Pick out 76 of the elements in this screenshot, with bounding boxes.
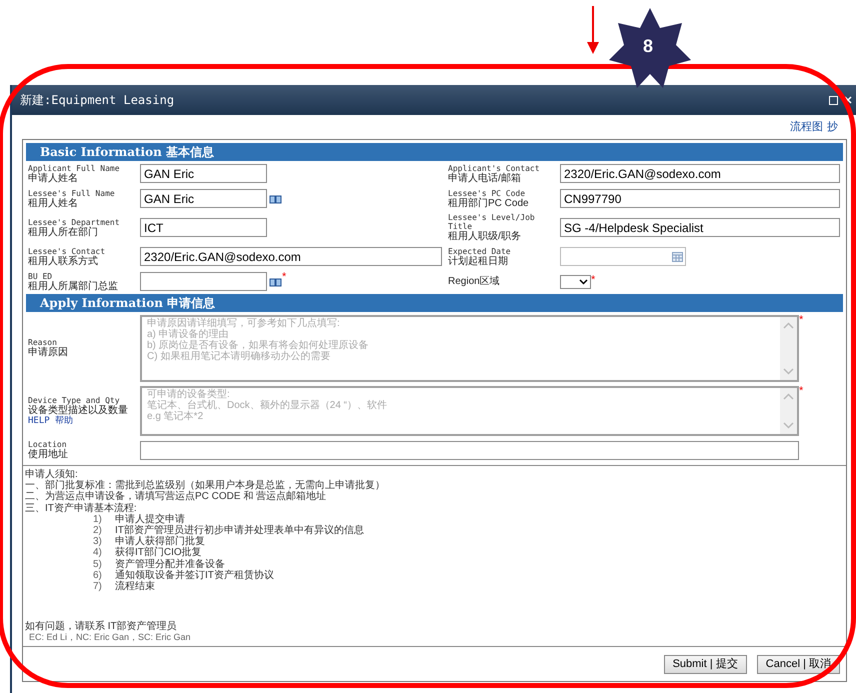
field-label: 租用人联系方式 xyxy=(28,256,98,266)
calendar-icon[interactable] xyxy=(672,252,683,262)
contact-names: EC: Ed Li，NC: Eric Gan，SC: Eric Gan xyxy=(28,632,192,643)
field-label: 申请人电话/邮箱 xyxy=(448,172,522,184)
field-label: Location xyxy=(28,440,67,449)
step-number: 3) xyxy=(93,536,103,548)
step-text: 资产管理分配并准备设备 xyxy=(115,558,225,570)
notice-title: 申请人须知: xyxy=(25,469,79,480)
toolbar-link[interactable]: 抄 xyxy=(827,118,838,136)
step-text: 申请人提交申请 xyxy=(115,514,185,525)
badge-number: 8 xyxy=(643,35,654,57)
field-label: BU ED xyxy=(28,272,54,280)
notice-line: 二、为营运点申请设备，请填写营运点PC CODE 和 营运点邮箱地址 xyxy=(25,491,328,502)
field-label: Lessee's Department xyxy=(28,218,121,226)
field-label: Reason xyxy=(28,338,58,347)
field-label: 租用人所属部门总监 xyxy=(28,280,119,292)
step-text: IT部资产管理员进行初步申请并处理表单中有异议的信息 xyxy=(115,525,364,536)
window-title: 新建:Equipment Leasing xyxy=(20,92,174,109)
field-label: Region区域 xyxy=(448,276,501,287)
form-button[interactable]: Submit | 提交 xyxy=(664,654,747,674)
field-label: 计划起租日期 xyxy=(448,256,509,266)
step-number: 5) xyxy=(93,558,103,570)
step-text: 申请人获得部门批复 xyxy=(115,536,205,548)
text-field[interactable]: ICT xyxy=(140,218,267,237)
required-mark: * xyxy=(591,274,596,286)
required-mark: * xyxy=(799,386,804,397)
step-number: 6) xyxy=(93,570,103,582)
notice-line: 三、IT资产申请基本流程: xyxy=(25,502,138,514)
book-icon[interactable] xyxy=(269,194,282,204)
star-badge-icon xyxy=(609,8,691,90)
dropdown[interactable] xyxy=(560,274,591,288)
field-label: 租用人姓名 xyxy=(28,198,78,208)
field-label: 申请原因 xyxy=(28,347,69,358)
text-field[interactable]: GAN Eric xyxy=(140,189,267,208)
field-label: Lessee's Full Name xyxy=(28,188,116,198)
field-label: 使用地址 xyxy=(28,449,69,460)
field-label: 租用人所在部门 xyxy=(28,226,98,238)
maximize-icon[interactable] xyxy=(829,96,838,104)
text-field[interactable]: SG -4/Helpdesk Specialist xyxy=(560,218,840,237)
field-label: Applicant's Contact xyxy=(448,164,541,172)
toolbar-link[interactable]: 流程图 xyxy=(790,118,823,136)
section-header: Basic Information 基本信息 xyxy=(26,143,843,161)
step-number: 4) xyxy=(93,547,103,559)
section-header: Apply Information 申请信息 xyxy=(26,294,843,312)
field-label: Lessee's Contact xyxy=(28,246,106,256)
required-mark: * xyxy=(799,314,804,326)
step-text: 获得IT部门CIO批复 xyxy=(115,547,202,558)
field-label: 租用人职级/职务 xyxy=(448,231,522,242)
text-field[interactable]: 2320/Eric.GAN@sodexo.com xyxy=(140,247,442,266)
date-field[interactable] xyxy=(560,247,686,266)
field-label: Applicant Full Name xyxy=(28,164,121,172)
field-label: 租用部门PC Code xyxy=(448,198,530,208)
field-label: Lessee's Level/Job Title xyxy=(448,213,536,231)
text-field[interactable] xyxy=(140,440,799,460)
step-number: 2) xyxy=(93,525,103,536)
field-label: 申请人姓名 xyxy=(28,172,79,184)
chevron-down-icon xyxy=(579,278,588,284)
step-number: 7) xyxy=(93,581,103,592)
field-label: Lessee's PC Code xyxy=(448,188,526,198)
step-text: 通知领取设备并签订IT资产租赁协议 xyxy=(115,570,274,581)
required-mark: * xyxy=(282,272,286,283)
notice-line: 一、部门批复标准：需批到总监级别（如果用户本身是总监，无需向上申请批复） xyxy=(25,480,386,492)
text-field[interactable] xyxy=(140,272,267,291)
book-icon[interactable] xyxy=(269,276,282,286)
step-number: 1) xyxy=(93,514,103,526)
help-link[interactable]: HELP 帮助 xyxy=(28,416,140,426)
arrow-icon xyxy=(587,6,599,56)
text-field[interactable]: CN997790 xyxy=(560,189,840,208)
close-icon[interactable] xyxy=(844,96,852,104)
contact-note: 如有问题，请联系 IT部资产管理员 xyxy=(25,620,178,632)
text-field[interactable]: GAN Eric xyxy=(140,164,267,183)
field-label: Device Type and Qty xyxy=(28,396,121,405)
field-label: Expected Date xyxy=(448,246,512,256)
step-text: 流程结束 xyxy=(115,581,155,592)
text-field[interactable]: 2320/Eric.GAN@sodexo.com xyxy=(560,164,840,183)
field-label: 设备类型描述以及数量 xyxy=(28,405,129,416)
